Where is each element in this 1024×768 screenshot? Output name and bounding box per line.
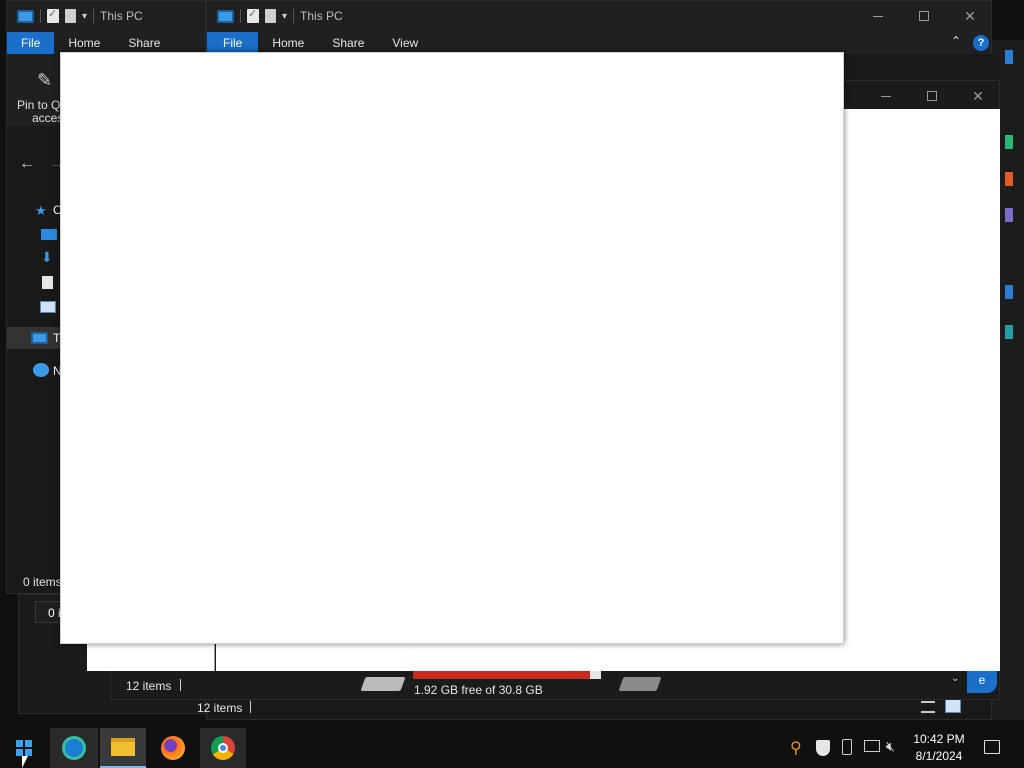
- tab-home[interactable]: Home: [258, 32, 318, 54]
- this-pc-icon: [31, 332, 48, 344]
- new-folder-icon[interactable]: [65, 9, 76, 23]
- notification-center-icon[interactable]: [984, 740, 1000, 754]
- new-folder-icon[interactable]: [265, 9, 276, 23]
- divider: [240, 9, 241, 23]
- network-icon[interactable]: [33, 363, 49, 377]
- edge-icon: [62, 736, 86, 760]
- window-title: This PC: [100, 9, 143, 23]
- documents-icon[interactable]: [42, 276, 53, 289]
- drive-usage-fill: [413, 671, 590, 679]
- edge-icon-blue: [1005, 50, 1013, 64]
- ribbon-expand-icon[interactable]: ⌃: [951, 34, 961, 48]
- chevron-down-icon[interactable]: ▾: [82, 11, 87, 22]
- minimize-icon: [873, 15, 883, 17]
- maximize-button[interactable]: [901, 1, 947, 31]
- details-view-icon[interactable]: [921, 701, 935, 713]
- security-shield-icon[interactable]: [816, 740, 830, 756]
- network-tray-icon[interactable]: [864, 740, 880, 752]
- drive-free-text: 1.92 GB free of 30.8 GB: [414, 683, 543, 697]
- downloads-icon[interactable]: ⬇: [41, 249, 53, 266]
- search-tray-icon[interactable]: ⚲: [790, 738, 802, 758]
- clock-date[interactable]: 8/1/2024: [912, 749, 966, 763]
- this-pc-icon: [17, 9, 34, 23]
- edge-icon-green: [1005, 135, 1013, 149]
- divider: [293, 9, 295, 23]
- maximize-icon: [927, 91, 937, 101]
- taskbar-chrome[interactable]: [200, 728, 246, 768]
- properties-icon[interactable]: [47, 7, 59, 23]
- edge-icon-teal: [1005, 325, 1013, 339]
- chevron-down-icon[interactable]: ⌄: [951, 673, 959, 684]
- back-arrow-icon[interactable]: ←: [19, 155, 35, 173]
- edge-icon-blue2: [1005, 285, 1013, 299]
- folder-icon: [111, 738, 135, 756]
- tab-file[interactable]: File: [7, 32, 55, 54]
- tab-view[interactable]: View: [378, 32, 432, 54]
- tab-share[interactable]: Share: [318, 32, 378, 54]
- edge-icon-orange: [1005, 172, 1013, 186]
- pictures-icon[interactable]: [40, 301, 56, 313]
- usb-icon[interactable]: [842, 739, 852, 755]
- drive-icon-2: [618, 677, 662, 691]
- status-items-middle: 12 items: [126, 679, 172, 693]
- pin-icon[interactable]: ✎: [37, 70, 52, 91]
- divider: [40, 9, 41, 23]
- taskbar: ⚲ 🔇︎ 10:42 PM 8/1/2024: [0, 728, 1024, 768]
- status-items: 12 items: [197, 701, 243, 715]
- tab-share[interactable]: Share: [114, 32, 160, 54]
- close-button[interactable]: ✕: [955, 81, 1001, 111]
- ribbon-tabs: File Home Share: [7, 32, 205, 54]
- title-bar: ▾ This PC: [7, 1, 205, 31]
- firefox-icon: [161, 736, 185, 760]
- large-icons-view-icon[interactable]: [945, 699, 961, 713]
- close-icon: ✕: [964, 7, 976, 24]
- this-pc-icon: [217, 9, 234, 23]
- edge-icon-purple: [1005, 208, 1013, 222]
- mouse-cursor-icon: [22, 756, 28, 768]
- status-divider: [180, 679, 181, 691]
- taskbar-file-explorer[interactable]: [100, 728, 146, 768]
- edge-letter: e: [967, 671, 997, 693]
- divider: [93, 9, 95, 23]
- tab-file[interactable]: File: [207, 32, 259, 54]
- chrome-icon: [211, 736, 235, 760]
- status-bar: 0 items: [23, 575, 62, 589]
- volume-muted-icon[interactable]: 🔇︎: [886, 738, 895, 755]
- minimize-button[interactable]: [855, 1, 901, 31]
- drive-strip: 1.92 GB free of 30.8 GB ⌄: [339, 671, 963, 699]
- maximize-icon: [919, 11, 929, 21]
- windows-logo-icon: [16, 740, 32, 756]
- drive-icon: [360, 677, 406, 691]
- drive-usage-bar: [413, 671, 601, 679]
- chevron-down-icon[interactable]: ▾: [282, 11, 287, 22]
- tab-home[interactable]: Home: [54, 32, 114, 54]
- help-icon[interactable]: ?: [973, 35, 989, 51]
- status-divider: [250, 701, 251, 713]
- clock-time[interactable]: 10:42 PM: [912, 732, 966, 746]
- window-title: This PC: [300, 9, 343, 23]
- taskbar-edge[interactable]: [50, 728, 98, 768]
- minimize-icon: [881, 95, 891, 97]
- close-icon: ✕: [972, 87, 984, 104]
- taskbar-firefox[interactable]: [150, 728, 196, 768]
- close-button[interactable]: ✕: [947, 1, 993, 31]
- title-bar: ▾ This PC ✕: [207, 1, 991, 31]
- maximize-button[interactable]: [909, 81, 955, 111]
- minimize-button[interactable]: [863, 81, 909, 111]
- properties-icon[interactable]: [247, 7, 259, 23]
- blank-popup-window[interactable]: [60, 52, 844, 644]
- star-icon[interactable]: ★: [35, 203, 47, 219]
- desktop-icon[interactable]: [41, 229, 57, 240]
- ribbon-tabs: File Home Share View ⌃ ?: [207, 32, 991, 54]
